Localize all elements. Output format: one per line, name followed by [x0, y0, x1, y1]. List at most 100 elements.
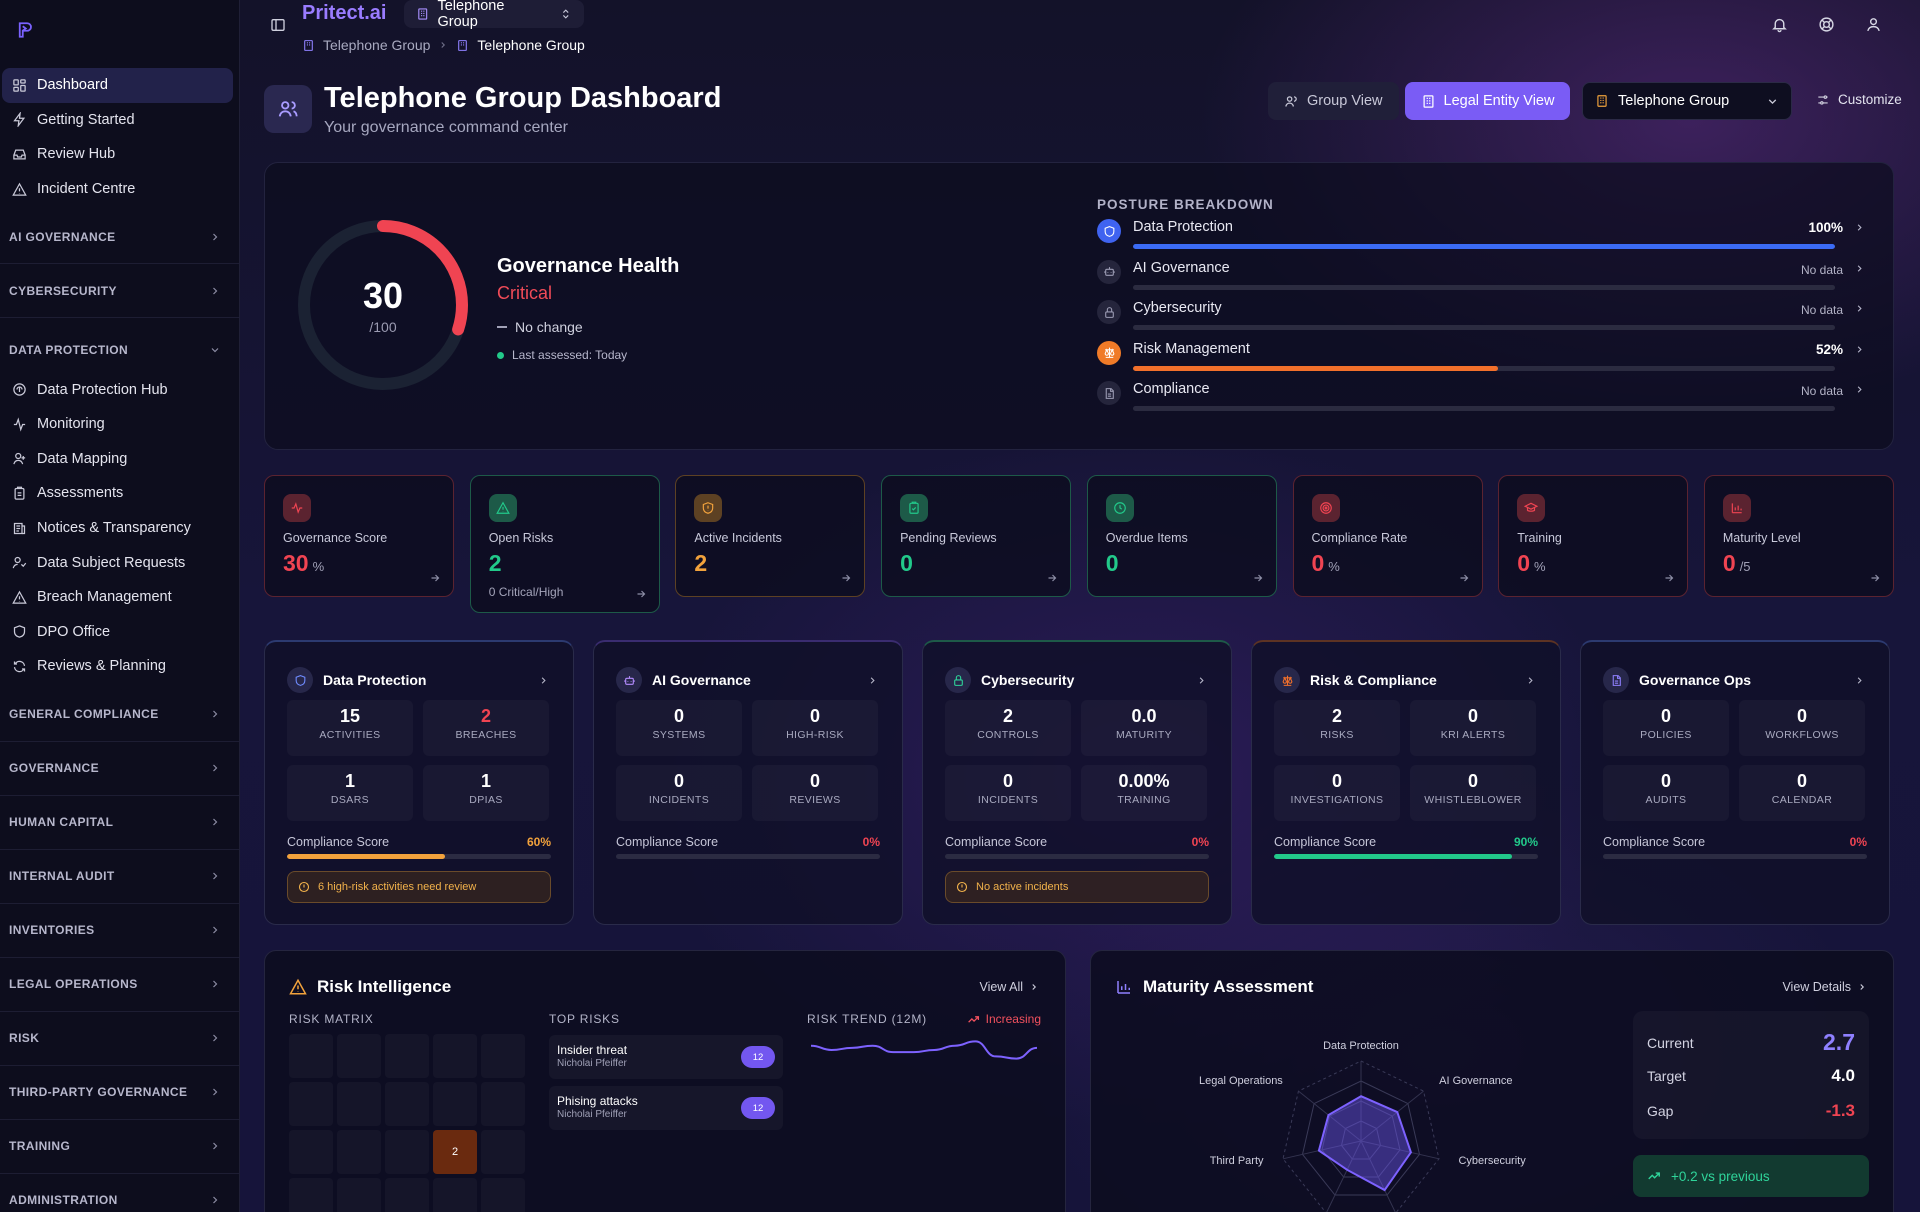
- domain-card-governance-ops[interactable]: Governance Ops 0 POLICIES 0 WORKFLOWS 0 …: [1580, 640, 1890, 925]
- matrix-cell[interactable]: [385, 1178, 429, 1212]
- matrix-cell[interactable]: [481, 1130, 525, 1174]
- sidebar-section-general-compliance[interactable]: GENERAL COMPLIANCE: [0, 688, 239, 742]
- chevron-right-icon[interactable]: [867, 675, 878, 686]
- posture-row-data-protection[interactable]: Data Protection 100%: [1097, 219, 1865, 259]
- kpi-card-open-risks[interactable]: Open Risks 2 0 Critical/High: [469, 475, 660, 613]
- stat-cell-label: AUDITS: [1645, 794, 1687, 806]
- matrix-cell[interactable]: [385, 1130, 429, 1174]
- domain-alert[interactable]: No active incidents: [945, 871, 1209, 903]
- legal-entity-view-button[interactable]: Legal Entity View: [1404, 82, 1571, 120]
- sidebar-item-incident-centre[interactable]: Incident Centre: [2, 172, 233, 207]
- group-view-button[interactable]: Group View: [1268, 82, 1399, 120]
- domain-card-data-protection[interactable]: Data Protection 15 ACTIVITIES 2 BREACHES…: [264, 640, 574, 925]
- matrix-cell[interactable]: [433, 1082, 477, 1126]
- matrix-cell[interactable]: [337, 1034, 381, 1078]
- stat-cell-value: 0.0: [1131, 706, 1157, 726]
- domain-card-risk-and-compliance[interactable]: Risk & Compliance 2 RISKS 0 KRI ALERTS 0…: [1251, 640, 1561, 925]
- sidebar-item-data-subject-requests[interactable]: Data Subject Requests: [2, 545, 233, 580]
- matrix-cell[interactable]: [289, 1178, 333, 1212]
- sidebar-item-dpo-office[interactable]: DPO Office: [2, 615, 233, 650]
- posture-row-name: Risk Management: [1133, 340, 1250, 357]
- matrix-cell[interactable]: [385, 1034, 429, 1078]
- radar-axis-label: Cybersecurity: [1458, 1154, 1526, 1167]
- sidebar-item-assessments[interactable]: Assessments: [2, 476, 233, 511]
- matrix-cell[interactable]: [337, 1130, 381, 1174]
- sidebar-section-ai-governance[interactable]: AI GOVERNANCE: [0, 210, 239, 265]
- sidebar-section-inventories[interactable]: INVENTORIES: [0, 904, 239, 958]
- sidebar-section-internal-audit[interactable]: INTERNAL AUDIT: [0, 850, 239, 904]
- bell-icon[interactable]: [1771, 16, 1788, 33]
- kpi-card-governance-score[interactable]: Governance Score 30%: [264, 475, 454, 597]
- group-select[interactable]: Telephone Group: [1582, 82, 1792, 120]
- user-icon[interactable]: [1865, 16, 1882, 33]
- posture-row-ai-governance[interactable]: AI Governance No data: [1097, 259, 1865, 300]
- kpi-card-overdue-items[interactable]: Overdue Items 0: [1086, 475, 1277, 597]
- stat-cell-label: TRAINING: [1117, 794, 1171, 806]
- stat-cell-calendar: 0 CALENDAR: [1739, 765, 1865, 821]
- top-risk-item[interactable]: Insider threat Nicholai Pfeiffer 12: [549, 1035, 783, 1079]
- chevron-right-icon[interactable]: [1196, 675, 1207, 686]
- help-icon[interactable]: [1818, 16, 1835, 33]
- matrix-cell[interactable]: [289, 1130, 333, 1174]
- domain-card-ai-governance[interactable]: AI Governance 0 SYSTEMS 0 HIGH-RISK 0 IN…: [593, 640, 903, 925]
- matrix-cell[interactable]: [337, 1178, 381, 1212]
- entity-selector[interactable]: Telephone Group: [404, 0, 584, 30]
- kpi-unit: %: [1328, 559, 1340, 574]
- app-logo-icon[interactable]: [0, 10, 239, 50]
- kpi-card-compliance-rate[interactable]: Compliance Rate 0%: [1292, 475, 1483, 597]
- breadcrumb-item-root[interactable]: Telephone Group: [323, 37, 430, 53]
- kpi-card-training[interactable]: Training 0%: [1498, 475, 1689, 597]
- kpi-value-wrap: 0%: [1517, 550, 1545, 577]
- posture-row-track: [1133, 406, 1835, 411]
- sidebar-item-notices-and-transparency[interactable]: Notices & Transparency: [2, 511, 233, 546]
- sidebar-section-cybersecurity[interactable]: CYBERSECURITY: [0, 264, 239, 319]
- matrix-cell[interactable]: [337, 1082, 381, 1126]
- chevron-right-icon[interactable]: [1525, 675, 1536, 686]
- matrix-cell[interactable]: [481, 1034, 525, 1078]
- sidebar-item-breach-management[interactable]: Breach Management: [2, 580, 233, 615]
- matrix-cell[interactable]: [433, 1034, 477, 1078]
- sidebar-toggle-icon[interactable]: [270, 17, 286, 33]
- matrix-cell[interactable]: [481, 1082, 525, 1126]
- brand-name[interactable]: Pritect.ai: [302, 2, 386, 25]
- compliance-score-value: 60%: [526, 835, 551, 849]
- maturity-gap-label: Gap: [1647, 1103, 1674, 1119]
- sidebar-section-governance[interactable]: GOVERNANCE: [0, 742, 239, 796]
- customize-button[interactable]: Customize: [1816, 92, 1902, 107]
- matrix-cell[interactable]: [385, 1082, 429, 1126]
- sidebar-item-dashboard[interactable]: Dashboard: [2, 68, 233, 103]
- sidebar-item-data-mapping[interactable]: Data Mapping: [2, 442, 233, 477]
- chevron-right-icon[interactable]: [1854, 675, 1865, 686]
- sidebar-section-data-protection[interactable]: DATA PROTECTION: [0, 328, 239, 372]
- matrix-cell[interactable]: [481, 1178, 525, 1212]
- top-risk-item[interactable]: Phising attacks Nicholai Pfeiffer 12: [549, 1086, 783, 1130]
- matrix-cell[interactable]: [289, 1082, 333, 1126]
- sidebar-section-third-party-governance[interactable]: THIRD-PARTY GOVERNANCE: [0, 1066, 239, 1120]
- sidebar-item-review-hub[interactable]: Review Hub: [2, 137, 233, 172]
- health-score: 30: [362, 275, 404, 316]
- posture-row-compliance[interactable]: Compliance No data: [1097, 381, 1865, 421]
- sidebar-section-risk[interactable]: RISK: [0, 1012, 239, 1066]
- kpi-card-maturity-level[interactable]: Maturity Level 0/5: [1703, 475, 1894, 597]
- sidebar-item-monitoring[interactable]: Monitoring: [2, 407, 233, 442]
- posture-row-risk-management[interactable]: Risk Management 52%: [1097, 340, 1865, 381]
- view-all-link[interactable]: View All: [979, 980, 1039, 994]
- chevron-right-icon[interactable]: [538, 675, 549, 686]
- sidebar-item-getting-started[interactable]: Getting Started: [2, 103, 233, 138]
- posture-row-cybersecurity[interactable]: Cybersecurity No data: [1097, 300, 1865, 340]
- sidebar-section-training[interactable]: TRAINING: [0, 1120, 239, 1174]
- sidebar-section-human-capital[interactable]: HUMAN CAPITAL: [0, 796, 239, 850]
- matrix-cell[interactable]: 2: [433, 1130, 477, 1174]
- view-details-link[interactable]: View Details: [1782, 980, 1867, 994]
- sidebar-section-administration[interactable]: ADMINISTRATION: [0, 1174, 239, 1212]
- kpi-card-active-incidents[interactable]: Active Incidents 2: [675, 475, 866, 597]
- domain-card-cybersecurity[interactable]: Cybersecurity 2 CONTROLS 0.0 MATURITY 0 …: [922, 640, 1232, 925]
- matrix-cell[interactable]: [289, 1034, 333, 1078]
- kpi-value: 30: [283, 550, 309, 576]
- sidebar-item-reviews-and-planning[interactable]: Reviews & Planning: [2, 649, 233, 684]
- sidebar-item-data-protection-hub[interactable]: Data Protection Hub: [2, 372, 233, 407]
- domain-alert[interactable]: 6 high-risk activities need review: [287, 871, 551, 903]
- sidebar-section-legal-operations[interactable]: LEGAL OPERATIONS: [0, 958, 239, 1012]
- kpi-card-pending-reviews[interactable]: Pending Reviews 0: [881, 475, 1072, 597]
- matrix-cell[interactable]: [433, 1178, 477, 1212]
